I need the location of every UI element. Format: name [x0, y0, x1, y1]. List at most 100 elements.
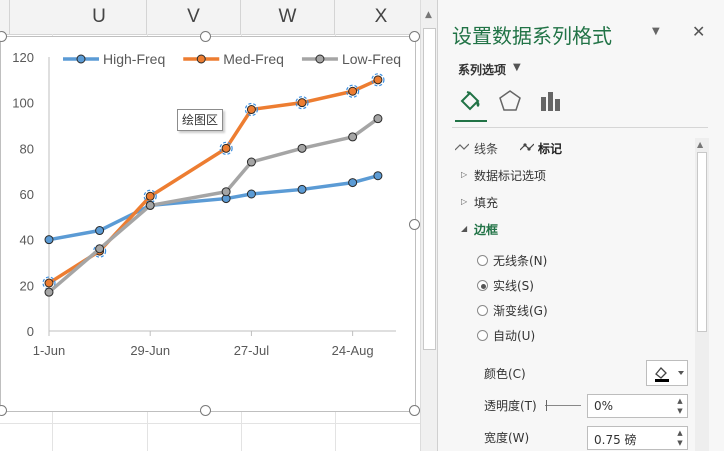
radio-solid-line[interactable] [477, 280, 488, 291]
resize-handle[interactable] [409, 31, 420, 42]
radio-label-no-line[interactable]: 无线条(N) [493, 252, 547, 269]
data-point-high-freq [297, 184, 307, 194]
legend-marker [76, 54, 86, 64]
transparency-slider[interactable] [545, 405, 581, 406]
data-point-high-freq [373, 171, 383, 181]
y-tick-label: 80 [20, 141, 34, 156]
plot-area-tooltip: 绘图区 [177, 109, 224, 131]
legend-label: High-Freq [103, 51, 165, 67]
resize-handle[interactable] [200, 31, 211, 42]
data-point-med-freq [297, 98, 307, 108]
y-tick-label: 120 [12, 50, 34, 65]
transparency-value[interactable]: 0% [594, 399, 613, 413]
section-marker-options[interactable]: 数据标记选项 [474, 167, 546, 184]
line-icon [455, 143, 469, 151]
x-tick-label: 24-Aug [332, 343, 374, 358]
column-header-x[interactable]: X [335, 0, 420, 34]
data-point-low-freq [44, 287, 54, 297]
resize-handle[interactable] [200, 405, 211, 416]
sheet-scrollbar-thumb[interactable] [423, 28, 436, 350]
gridline [0, 423, 420, 424]
marker-icon [520, 143, 534, 151]
width-label: 宽度(W) [484, 431, 530, 445]
spinner-arrows-icon[interactable]: ▲ ▼ [675, 428, 685, 448]
column-header-bar: T U V W X [0, 0, 420, 35]
data-point-med-freq [221, 143, 231, 153]
pane-scrollbar-thumb[interactable] [697, 152, 707, 332]
data-point-med-freq [246, 105, 256, 115]
radio-selected-dot [481, 284, 486, 289]
pane-title: 设置数据系列格式 [452, 24, 612, 48]
scroll-up-icon[interactable]: ▲ [420, 10, 437, 24]
column-header-u[interactable]: U [52, 0, 147, 34]
width-spinner[interactable]: 0.75 磅 ▲ ▼ [587, 426, 688, 450]
radio-automatic[interactable] [477, 330, 488, 341]
fill-line-icon[interactable] [458, 88, 484, 114]
data-point-high-freq [95, 226, 105, 236]
data-point-low-freq [95, 244, 105, 254]
caret-right-icon[interactable]: ▷ [461, 170, 467, 179]
data-point-low-freq [246, 157, 256, 167]
transparency-slider-handle[interactable] [546, 400, 547, 411]
y-tick-label: 100 [12, 96, 34, 111]
caret-down-icon[interactable]: ◢ [461, 224, 467, 233]
legend-label: Med-Freq [223, 51, 284, 67]
radio-no-line[interactable] [477, 255, 488, 266]
close-icon[interactable]: ✕ [692, 22, 705, 41]
radio-label-gradient-line[interactable]: 渐变线(G) [493, 302, 548, 319]
spinner-arrows-icon[interactable]: ▲ ▼ [675, 396, 685, 416]
transparency-spinner[interactable]: 0% ▲ ▼ [587, 394, 688, 418]
tab-marker[interactable]: 标记 [538, 140, 562, 157]
data-point-med-freq [373, 75, 383, 85]
data-point-low-freq [221, 187, 231, 197]
effects-pentagon-icon[interactable] [497, 88, 523, 114]
y-tick-label: 0 [27, 324, 34, 339]
series-line-low-freq [47, 117, 379, 294]
chevron-down-icon[interactable]: ▼ [513, 62, 521, 73]
color-label: 颜色(C) [484, 367, 526, 381]
data-point-low-freq [297, 143, 307, 153]
x-tick-label: 27-Jul [234, 343, 270, 358]
data-point-low-freq [373, 114, 383, 124]
legend-marker [315, 54, 325, 64]
divider [452, 127, 708, 128]
color-picker-button[interactable] [646, 360, 688, 386]
series-options-bars-icon[interactable] [537, 88, 563, 114]
radio-label-automatic[interactable]: 自动(U) [493, 327, 535, 344]
y-tick-label: 60 [20, 187, 34, 202]
section-fill[interactable]: 填充 [474, 194, 498, 211]
legend-label: Low-Freq [342, 51, 401, 67]
section-border[interactable]: 边框 [474, 221, 498, 238]
legend-marker [196, 54, 206, 64]
data-point-high-freq [246, 189, 256, 199]
column-header-t[interactable]: T [0, 0, 10, 34]
y-tick-label: 40 [20, 233, 34, 248]
x-tick-label: 1-Jun [33, 343, 66, 358]
resize-handle[interactable] [409, 405, 420, 416]
y-tick-label: 20 [20, 278, 34, 293]
transparency-label: 透明度(T) [484, 399, 537, 413]
active-tab-indicator [455, 120, 487, 122]
resize-handle[interactable] [409, 219, 420, 230]
radio-label-solid-line[interactable]: 实线(S) [493, 277, 534, 294]
data-point-low-freq [145, 200, 155, 210]
tab-line[interactable]: 线条 [474, 140, 498, 157]
pane-options-icon[interactable]: ▼ [652, 26, 660, 37]
data-point-high-freq [348, 178, 358, 188]
x-tick-label: 29-Jun [130, 343, 170, 358]
radio-gradient-line[interactable] [477, 305, 488, 316]
series-options-dropdown[interactable]: 系列选项 [458, 61, 506, 78]
column-header-v[interactable]: V [147, 0, 241, 34]
data-point-low-freq [348, 132, 358, 142]
data-point-med-freq [145, 191, 155, 201]
column-header-w[interactable]: W [241, 0, 335, 34]
width-value[interactable]: 0.75 磅 [594, 431, 637, 448]
data-point-med-freq [44, 278, 54, 288]
scroll-up-icon[interactable]: ▲ [697, 140, 703, 149]
data-point-med-freq [348, 86, 358, 96]
data-point-high-freq [44, 235, 54, 245]
chart-area[interactable]: 0 20 40 60 80 100 120 1-Jun 29-Jun 27-Jul 24-Aug Hi… [0, 36, 416, 412]
paint-bucket-icon [655, 367, 684, 382]
line-chart[interactable]: 0 20 40 60 80 100 120 1-Jun 29-Jun 27-Jul 24-Aug Hi… [1, 37, 415, 411]
caret-right-icon[interactable]: ▷ [461, 197, 467, 206]
